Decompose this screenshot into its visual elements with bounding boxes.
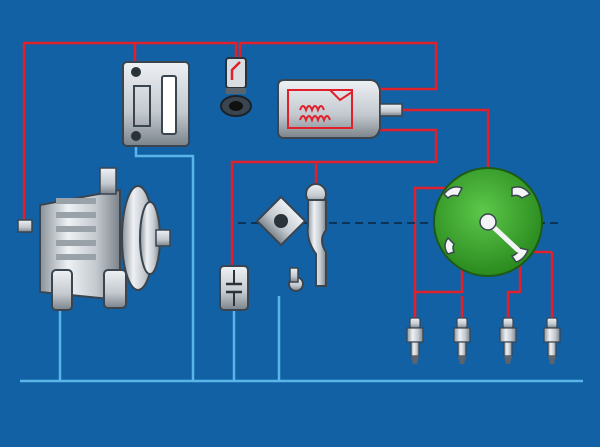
diagram-svg	[17, 41, 583, 383]
battery-icon	[122, 61, 190, 147]
ignition-diagram	[0, 0, 600, 447]
breaker-points-icon	[288, 183, 327, 292]
spark-plug-2	[453, 317, 471, 364]
wire-coil-breaker	[230, 128, 438, 268]
cam-icon	[255, 195, 307, 247]
spark-plug-1	[406, 317, 424, 364]
key-switch-icon	[220, 57, 252, 117]
capacitor-icon	[219, 265, 249, 311]
spark-plug-4	[543, 317, 561, 364]
distributor-icon	[433, 167, 543, 277]
spark-plug-3	[499, 317, 517, 364]
alternator-icon	[17, 167, 171, 311]
wire-plug-1	[413, 262, 464, 322]
